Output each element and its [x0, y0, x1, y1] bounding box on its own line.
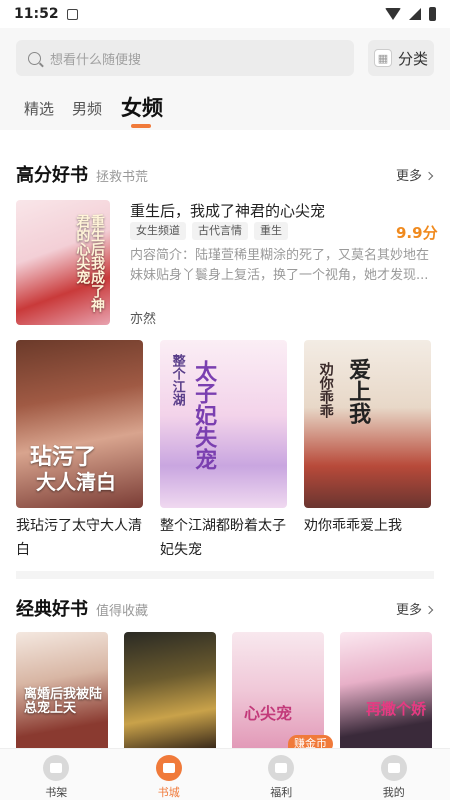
tab-female[interactable]: 女频 [121, 92, 163, 122]
profile-icon [380, 755, 407, 781]
book-title-line: 妃失宠 [160, 542, 202, 558]
section-title-high: 高分好书 [16, 165, 88, 186]
cover-text: 太子妃失宠 [191, 360, 217, 470]
book-title[interactable]: 整个江湖都盼着太子 妃失宠 [160, 514, 290, 562]
book-title-line: 白 [16, 542, 30, 558]
featured-book-cover[interactable]: 重生后我成了神君的心尖宠 [16, 200, 110, 325]
book-cover[interactable]: 玷污了 大人清白 [16, 340, 143, 508]
cover-text: 再撒个娇 [366, 700, 427, 718]
book-author: 亦然 [130, 312, 157, 327]
category-label: 分类 [397, 49, 428, 68]
tag: 古代言情 [192, 222, 248, 240]
bookstore-icon [155, 755, 182, 781]
wifi-icon [385, 8, 401, 20]
cover-text: 爱上我 [345, 358, 371, 424]
summary-line: 内容简介：陆瑾萱稀里糊涂的死了，又莫名其妙地在 [130, 248, 430, 263]
chevron-right-icon [424, 605, 434, 615]
book-summary: 内容简介：陆瑾萱稀里糊涂的死了，又莫名其妙地在 妹妹贴身丫鬟身上复活，换了一个视… [130, 246, 434, 286]
category-icon: ▦ [373, 49, 392, 67]
featured-book-title[interactable]: 重生后，我成了神君的心尖宠 [130, 200, 325, 221]
nav-label: 书架 [45, 786, 68, 799]
more-label: 更多 [396, 169, 423, 184]
status-time: 11:52 [14, 6, 59, 22]
nav-welfare[interactable]: 福利 [225, 749, 338, 800]
tag: 女生频道 [130, 222, 186, 240]
featured-cover-text: 重生后我成了神君的心尖宠 [74, 214, 105, 312]
book-cover[interactable]: 离婚后我被陆总宠上天 [16, 632, 108, 748]
cover-text: 整个江湖 [169, 354, 185, 406]
search-input[interactable]: 想看什么随便搜 [16, 40, 354, 76]
section-divider [16, 571, 434, 579]
tab-male[interactable]: 男频 [72, 98, 102, 119]
cover-text: 玷污了 [30, 445, 97, 470]
nav-label: 书城 [157, 786, 180, 799]
section-title-classic: 经典好书 [16, 599, 88, 620]
book-cover[interactable]: 劝你乖乖 爱上我 [304, 340, 431, 508]
book-title-line: 整个江湖都盼着太子 [160, 518, 286, 534]
chevron-right-icon [424, 171, 434, 181]
nav-label: 我的 [382, 786, 405, 799]
section-subtitle-high: 拯救书荒 [96, 170, 149, 185]
book-title-line: 我玷污了太守大人清 [16, 518, 142, 534]
signal-icon [409, 8, 421, 20]
book-score: 9.9分 [396, 224, 438, 242]
cover-text: 心尖宠 [244, 704, 293, 723]
book-cover[interactable]: 心尖宠 [232, 632, 324, 748]
status-bar: 11:52 [0, 0, 450, 28]
search-placeholder: 想看什么随便搜 [50, 52, 142, 68]
tab-featured[interactable]: 精选 [24, 98, 54, 119]
cover-text: 离婚后我被陆总宠上天 [24, 687, 103, 716]
book-cover[interactable]: 整个江湖 太子妃失宠 [160, 340, 287, 508]
bookshelf-icon [43, 755, 70, 781]
gift-icon [268, 755, 295, 781]
more-link-classic[interactable]: 更多 [396, 599, 434, 618]
nav-mine[interactable]: 我的 [338, 749, 450, 800]
cover-text: 大人清白 [36, 470, 116, 494]
book-cover[interactable] [124, 632, 216, 748]
more-link-high[interactable]: 更多 [396, 165, 434, 184]
notification-icon [66, 8, 78, 20]
tab-indicator [131, 124, 151, 128]
more-label: 更多 [396, 603, 423, 618]
cover-text: 劝你乖乖 [317, 362, 334, 418]
tag: 重生 [254, 222, 288, 240]
search-icon [28, 51, 41, 65]
category-button[interactable]: ▦ 分类 [368, 40, 434, 76]
channel-tabs: 精选 男频 女频 [0, 86, 450, 126]
summary-line: 妹妹贴身丫鬟身上复活，换了一个视角，她才发现... [130, 268, 429, 283]
nav-bookstore[interactable]: 书城 [113, 749, 226, 800]
book-title[interactable]: 我玷污了太守大人清 白 [16, 514, 146, 562]
nav-bookshelf[interactable]: 书架 [0, 749, 113, 800]
book-cover[interactable]: 再撒个娇 [340, 632, 432, 748]
book-title-line: 劝你乖乖爱上我 [304, 518, 402, 534]
section-subtitle-classic: 值得收藏 [96, 604, 149, 619]
bottom-nav: 书架 书城 福利 我的 [0, 748, 450, 800]
battery-icon [429, 7, 436, 21]
book-title[interactable]: 劝你乖乖爱上我 [304, 514, 434, 538]
status-icons [385, 7, 436, 21]
nav-label: 福利 [270, 786, 293, 799]
